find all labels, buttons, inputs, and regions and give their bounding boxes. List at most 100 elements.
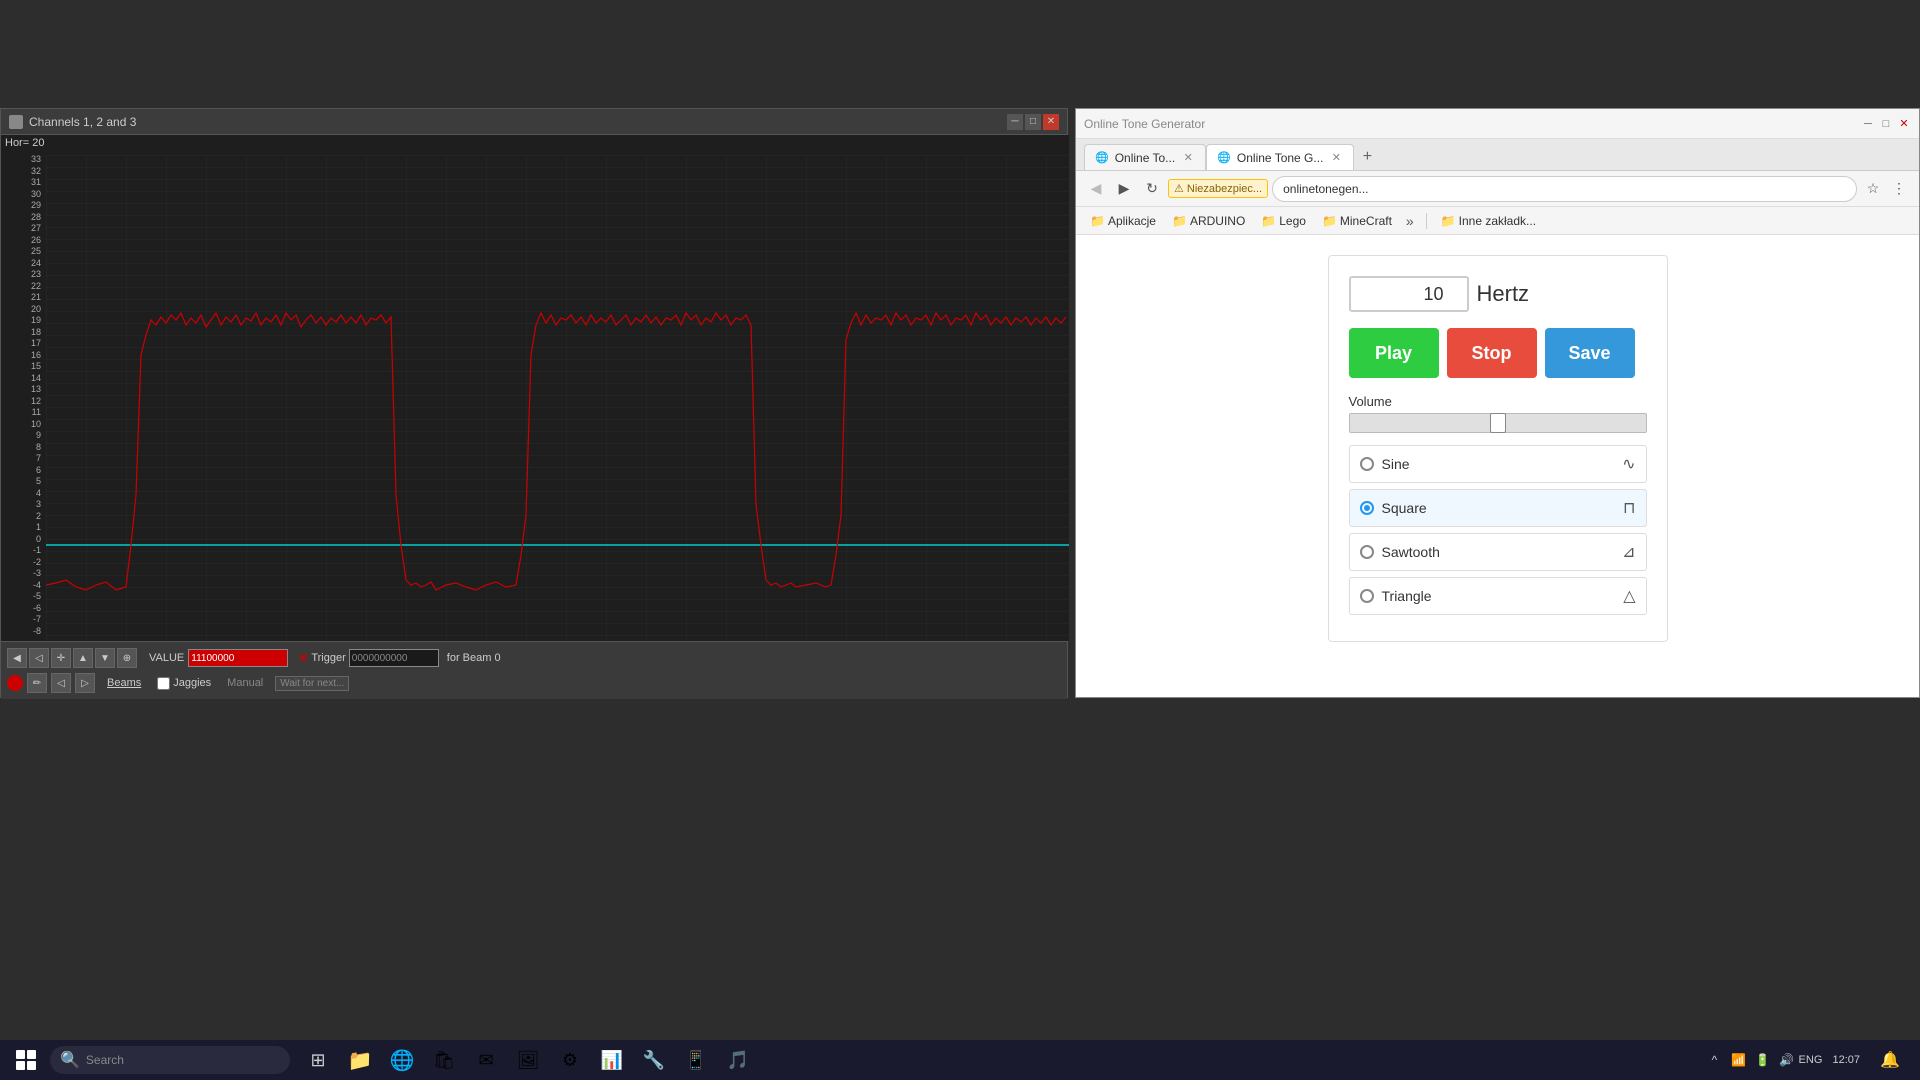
tray-battery-icon[interactable]: 🔋 [1752,1050,1772,1070]
tray-language-icon[interactable]: ENG [1800,1050,1820,1070]
bookmark-minecraft[interactable]: 📁 MineCraft [1316,212,1398,230]
taskbar-app4[interactable]: 🎵 [718,1040,758,1080]
browser-tab-2[interactable]: 🌐 Online Tone G... ✕ [1206,144,1354,170]
taskbar-pinned: ⊞ 📁 🌐 🛍 ✉ 🖼 ⚙ 📊 🔧 [298,1040,758,1080]
y-label-3: 3 [3,500,44,509]
save-button[interactable]: Save [1545,328,1635,378]
play-button[interactable]: Play [1349,328,1439,378]
tray-network-icon[interactable]: 📶 [1728,1050,1748,1070]
browser-navbar: ◀ ▶ ↻ ⚠ Niezabezpiec... onlinetonegen...… [1076,171,1919,207]
waveform-sine[interactable]: Sine ∿ [1349,445,1647,483]
minimize-button[interactable]: ─ [1007,114,1023,130]
value-input[interactable] [188,649,288,667]
sine-radio[interactable] [1360,457,1374,471]
value-label: VALUE [149,652,184,664]
bookmark-star-button[interactable]: ☆ [1861,177,1885,201]
down-button[interactable]: ▼ [95,648,115,668]
prev2-button[interactable]: ◁ [29,648,49,668]
stop-button[interactable]: Stop [1447,328,1537,378]
y-label-5: 5 [3,477,44,486]
task-view-icon[interactable]: ⊞ [298,1040,338,1080]
taskbar-store[interactable]: 🛍 [424,1040,464,1080]
y-label-n5: -5 [3,592,44,601]
notification-button[interactable]: 🔔 [1872,1040,1908,1080]
y-label-n2: -2 [3,558,44,567]
settings-button[interactable]: ⋮ [1887,177,1911,201]
browser-tab-1[interactable]: 🌐 Online To... ✕ [1084,144,1206,170]
sawtooth-wave-icon: ⊿ [1622,542,1635,562]
bookmark-arduino[interactable]: 📁 ARDUINO [1166,212,1251,230]
y-label-15: 15 [3,362,44,371]
jaggies-checkbox[interactable] [157,677,170,690]
prev-button[interactable]: ◀ [7,648,27,668]
taskbar-mail[interactable]: ✉ [466,1040,506,1080]
taskbar-search[interactable]: 🔍 Search [50,1046,290,1074]
trigger-input[interactable] [349,649,439,667]
taskbar-photos[interactable]: 🖼 [508,1040,548,1080]
beams-link[interactable]: Beams [107,677,141,689]
frequency-input[interactable] [1349,276,1469,312]
browser-titlebar: Online Tone Generator ─ □ ✕ [1076,109,1919,139]
y-label-9: 9 [3,431,44,440]
volume-slider-track[interactable] [1349,413,1647,433]
triangle-radio[interactable] [1360,589,1374,603]
folder-icon-lego: 📁 [1261,214,1276,228]
taskbar-edge[interactable]: 🌐 [382,1040,422,1080]
system-tray: ^ 📶 🔋 🔊 ENG 12:07 🔔 [1698,1040,1914,1080]
left-button[interactable]: ◁ [51,673,71,693]
waveform-square[interactable]: Square ⊓ [1349,489,1647,527]
forward-button[interactable]: ▶ [1112,177,1136,201]
bookmark-minecraft-label: MineCraft [1340,214,1392,228]
new-tab-button[interactable]: + [1354,144,1380,170]
tab1-close-icon[interactable]: ✕ [1181,151,1195,165]
refresh-button[interactable]: ↻ [1140,177,1164,201]
up-button[interactable]: ▲ [73,648,93,668]
chart-container: Hor= 20 33 32 31 30 29 28 27 26 25 24 23… [1,135,1069,641]
y-label-23: 23 [3,270,44,279]
taskbar-app1[interactable]: 📊 [592,1040,632,1080]
browser-minimize[interactable]: ─ [1861,117,1875,131]
sawtooth-radio[interactable] [1360,545,1374,559]
bookmarks-more-icon[interactable]: » [1402,213,1418,229]
browser-close[interactable]: ✕ [1897,117,1911,131]
taskbar-app2[interactable]: 🔧 [634,1040,674,1080]
browser-maximize[interactable]: □ [1879,117,1893,131]
square-radio[interactable] [1360,501,1374,515]
url-bar[interactable]: onlinetonegen... [1272,176,1857,202]
start-square-1 [16,1050,25,1059]
jaggies-checkbox-label[interactable]: Jaggies [157,677,211,690]
taskbar-settings[interactable]: ⚙ [550,1040,590,1080]
time-text: 12:07 [1832,1054,1860,1066]
waveform-triangle[interactable]: Triangle △ [1349,577,1647,615]
y-label-13: 13 [3,385,44,394]
y-label-n1: -1 [3,546,44,555]
back-button[interactable]: ◀ [1084,177,1108,201]
cursor-button[interactable]: ✛ [51,648,71,668]
frequency-unit: Hertz [1477,281,1530,307]
right-button[interactable]: ▷ [75,673,95,693]
zoom-button[interactable]: ⊕ [117,648,137,668]
chart-canvas [46,155,1069,641]
waveform-sawtooth[interactable]: Sawtooth ⊿ [1349,533,1647,571]
volume-slider-thumb[interactable] [1490,413,1506,433]
wait-button[interactable]: Wait for next... [275,676,349,691]
tray-volume-icon[interactable]: 🔊 [1776,1050,1796,1070]
clock[interactable]: 12:07 [1824,1054,1868,1066]
pencil-button[interactable]: ✏ [27,673,47,693]
browser-title-left: Online Tone Generator [1084,117,1205,131]
tab2-close-icon[interactable]: ✕ [1329,151,1343,165]
bookmark-lego[interactable]: 📁 Lego [1255,212,1312,230]
taskbar-app3[interactable]: 📱 [676,1040,716,1080]
close-button[interactable]: ✕ [1043,114,1059,130]
maximize-button[interactable]: □ [1025,114,1041,130]
bookmark-inne[interactable]: 📁 Inne zakładk... [1435,212,1542,230]
browser-window: Online Tone Generator ─ □ ✕ 🌐 Online To.… [1075,108,1920,698]
y-label-n6: -6 [3,604,44,613]
start-button[interactable] [6,1040,46,1080]
bookmark-aplikacje[interactable]: 📁 Aplikacje [1084,212,1162,230]
trigger-section: ✕ Trigger [298,649,439,667]
tray-chevron-icon[interactable]: ^ [1704,1050,1724,1070]
titlebar-controls: ─ □ ✕ [1007,114,1059,130]
y-label-20: 20 [3,305,44,314]
taskbar-explorer[interactable]: 📁 [340,1040,380,1080]
